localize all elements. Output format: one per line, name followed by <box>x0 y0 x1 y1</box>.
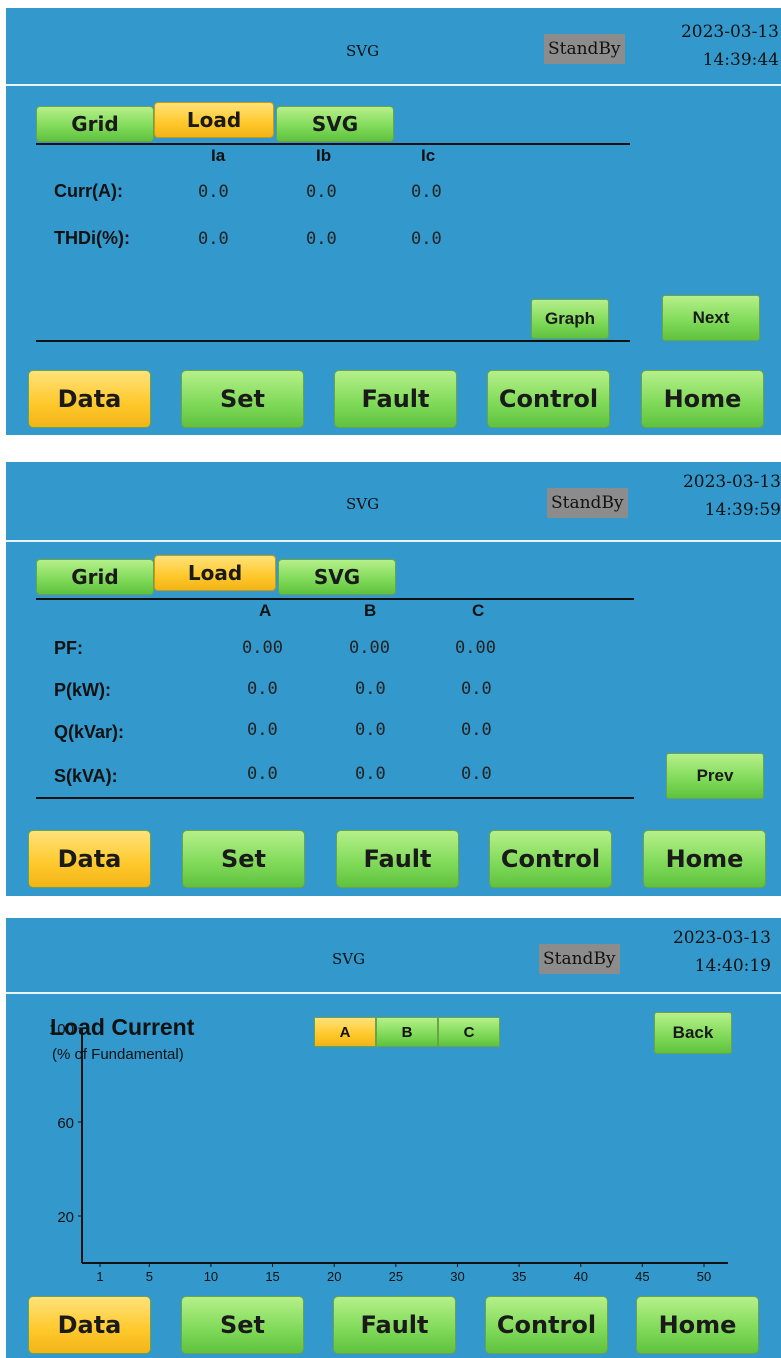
nav-set-button[interactable]: Set <box>181 370 304 428</box>
divider-top <box>36 598 634 600</box>
value-pf-a: 0.00 <box>242 638 283 658</box>
nav-control-button[interactable]: Control <box>487 370 610 428</box>
nav-home-button[interactable]: Home <box>643 830 766 888</box>
nav-fault-button[interactable]: Fault <box>334 370 457 428</box>
row-label-thdi: THDi(%): <box>54 228 130 248</box>
divider-top <box>36 143 630 145</box>
value-curr-c: 0.0 <box>411 182 442 202</box>
column-header-b: B <box>364 601 377 620</box>
divider-bottom <box>36 340 630 342</box>
x-tick-label: 20 <box>327 1269 341 1284</box>
datetime: 2023-03-13 14:39:59 <box>683 470 781 522</box>
date-text: 2023-03-13 <box>672 928 771 948</box>
x-tick-label: 40 <box>574 1269 588 1284</box>
column-header-c: C <box>472 601 485 620</box>
tab-grid[interactable]: Grid <box>36 559 154 595</box>
date-text: 2023-03-13 <box>680 22 779 42</box>
value-thdi-b: 0.0 <box>306 229 337 249</box>
value-p-c: 0.0 <box>461 679 492 699</box>
column-header-ic: Ic <box>421 146 436 165</box>
prev-button[interactable]: Prev <box>666 753 764 799</box>
status-badge: StandBy <box>539 944 620 974</box>
tab-grid[interactable]: Grid <box>36 106 154 142</box>
datetime: 2023-03-13 14:40:19 <box>673 926 771 978</box>
row-label-q: Q(kVar): <box>54 722 125 742</box>
value-p-b: 0.0 <box>355 679 386 699</box>
value-pf-b: 0.00 <box>349 638 390 658</box>
next-button[interactable]: Next <box>662 295 760 341</box>
row-label-s: S(kVA): <box>54 766 118 786</box>
nav-data-button[interactable]: Data <box>28 1296 151 1354</box>
nav-set-button[interactable]: Set <box>182 830 305 888</box>
value-p-a: 0.0 <box>247 679 278 699</box>
date-text: 2023-03-13 <box>682 472 781 492</box>
value-s-c: 0.0 <box>461 764 492 784</box>
tab-svg[interactable]: SVG <box>278 559 396 595</box>
x-tick-label: 15 <box>265 1269 279 1284</box>
column-header-ib: Ib <box>316 146 332 165</box>
nav-control-button[interactable]: Control <box>485 1296 608 1354</box>
column-header-ia: Ia <box>211 146 226 165</box>
time-text: 14:40:19 <box>694 956 771 976</box>
nav-data-button[interactable]: Data <box>28 830 151 888</box>
x-tick-label: 5 <box>146 1269 153 1284</box>
nav-set-button[interactable]: Set <box>181 1296 304 1354</box>
screen-title: SVG <box>346 495 380 513</box>
screen-load-power: SVG StandBy 2023-03-13 14:39:59 Grid Loa… <box>6 462 781 896</box>
value-thdi-c: 0.0 <box>411 229 442 249</box>
value-thdi-a: 0.0 <box>198 229 229 249</box>
status-badge: StandBy <box>544 34 625 64</box>
x-tick-label: 30 <box>450 1269 464 1284</box>
column-header-a: A <box>259 601 272 620</box>
x-tick-label: 10 <box>204 1269 218 1284</box>
x-tick-label: 35 <box>512 1269 526 1284</box>
row-label-curr: Curr(A): <box>54 181 123 201</box>
x-tick-label: 1 <box>96 1269 103 1284</box>
value-q-a: 0.0 <box>247 720 278 740</box>
title-bar: SVG StandBy 2023-03-13 14:39:59 <box>6 462 781 542</box>
graph-button[interactable]: Graph <box>531 299 609 339</box>
value-s-a: 0.0 <box>247 764 278 784</box>
divider-bottom <box>36 797 634 799</box>
screen-load-current: SVG StandBy 2023-03-13 14:39:44 Grid Loa… <box>6 8 781 435</box>
screen-load-graph: SVG StandBy 2023-03-13 14:40:19 Load Cur… <box>6 918 781 1358</box>
tab-load[interactable]: Load <box>154 555 276 591</box>
datetime: 2023-03-13 14:39:44 <box>681 20 779 72</box>
x-tick-label: 25 <box>389 1269 403 1284</box>
status-badge: StandBy <box>547 488 628 518</box>
x-tick-label: 45 <box>635 1269 649 1284</box>
nav-fault-button[interactable]: Fault <box>333 1296 456 1354</box>
nav-fault-button[interactable]: Fault <box>336 830 459 888</box>
screen-title: SVG <box>346 42 380 60</box>
row-label-pf: PF: <box>54 638 83 658</box>
x-tick-label: 50 <box>697 1269 711 1284</box>
time-text: 14:39:44 <box>702 50 779 70</box>
nav-home-button[interactable]: Home <box>641 370 764 428</box>
nav-home-button[interactable]: Home <box>636 1296 759 1354</box>
y-tick-label: 60 <box>57 1115 74 1132</box>
value-pf-c: 0.00 <box>455 638 496 658</box>
y-tick-label: 100 <box>49 1021 74 1038</box>
tab-load[interactable]: Load <box>154 102 274 138</box>
nav-data-button[interactable]: Data <box>28 370 151 428</box>
nav-control-button[interactable]: Control <box>489 830 612 888</box>
tab-svg[interactable]: SVG <box>276 106 394 142</box>
screen-title: SVG <box>332 950 366 968</box>
y-tick-label: 20 <box>57 1209 74 1226</box>
value-q-b: 0.0 <box>355 720 386 740</box>
value-s-b: 0.0 <box>355 764 386 784</box>
time-text: 14:39:59 <box>704 500 781 520</box>
value-curr-b: 0.0 <box>306 182 337 202</box>
value-q-c: 0.0 <box>461 720 492 740</box>
value-curr-a: 0.0 <box>198 182 229 202</box>
title-bar: SVG StandBy 2023-03-13 14:39:44 <box>6 8 781 86</box>
row-label-p: P(kW): <box>54 680 111 700</box>
